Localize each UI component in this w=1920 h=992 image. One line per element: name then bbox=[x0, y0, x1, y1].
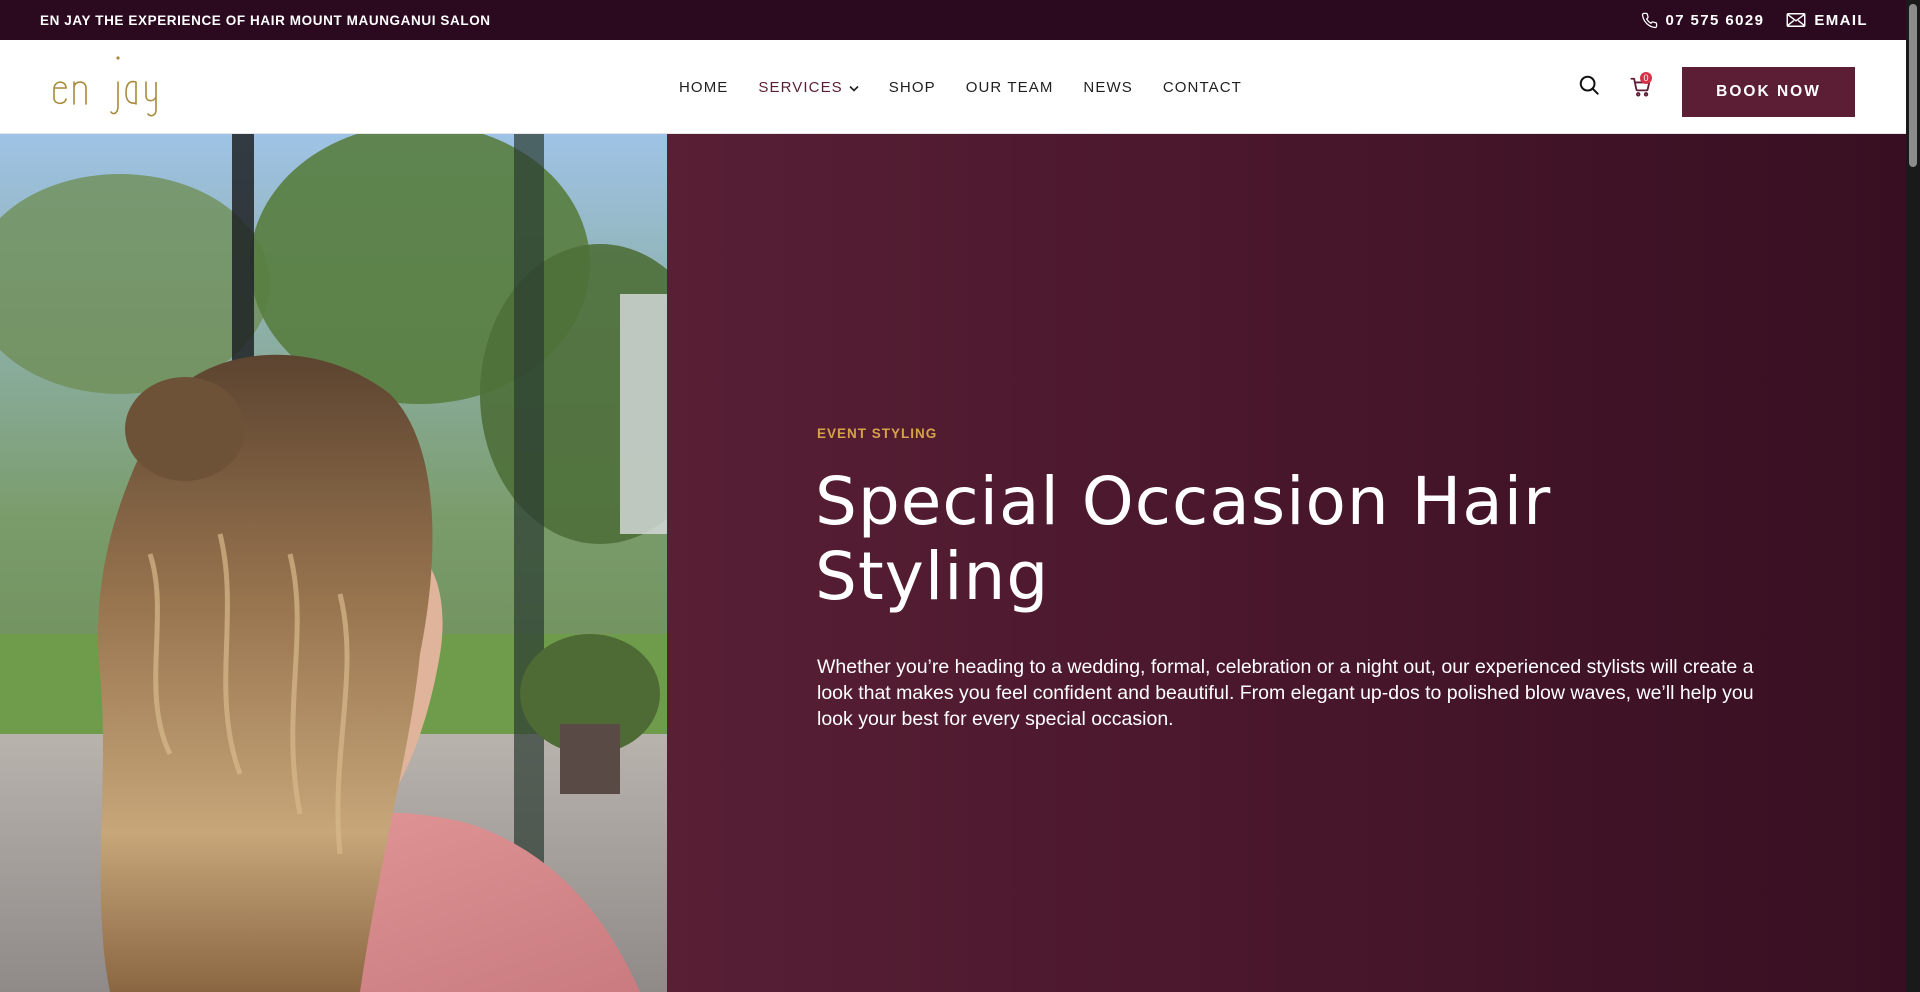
site-logo[interactable] bbox=[50, 52, 175, 118]
main-nav: HOME SERVICES SHOP OUR TEAM NEWS CONTACT bbox=[679, 40, 1242, 134]
email-label: EMAIL bbox=[1814, 11, 1868, 29]
nav-home[interactable]: HOME bbox=[679, 79, 728, 96]
hero-title-line-1: Special Occasion Hair bbox=[815, 463, 1552, 540]
phone-link[interactable]: 07 575 6029 bbox=[1641, 12, 1765, 29]
page-scrollbar[interactable] bbox=[1906, 0, 1920, 992]
nav-shop[interactable]: SHOP bbox=[889, 79, 936, 96]
email-link[interactable]: EMAIL bbox=[1786, 12, 1868, 29]
cart-button[interactable]: 0 bbox=[1630, 72, 1652, 98]
top-contacts: 07 575 6029 EMAIL bbox=[1641, 12, 1869, 29]
search-icon[interactable] bbox=[1578, 74, 1600, 101]
book-now-button[interactable]: BOOK NOW bbox=[1682, 67, 1855, 117]
scrollbar-thumb[interactable] bbox=[1909, 4, 1917, 167]
nav-services-label: SERVICES bbox=[758, 78, 843, 96]
envelope-icon bbox=[1786, 12, 1806, 28]
cart-count-badge: 0 bbox=[1640, 72, 1652, 84]
nav-contact[interactable]: CONTACT bbox=[1163, 79, 1242, 96]
hero-eyebrow: EVENT STYLING bbox=[817, 426, 938, 441]
nav-services[interactable]: SERVICES bbox=[758, 78, 859, 96]
hero-image bbox=[0, 134, 667, 992]
nav-news[interactable]: NEWS bbox=[1083, 79, 1132, 96]
hero-title: Special Occasion Hair Styling bbox=[815, 464, 1675, 614]
phone-number: 07 575 6029 bbox=[1665, 11, 1765, 29]
chevron-down-icon bbox=[849, 79, 859, 96]
top-bar: EN JAY THE EXPERIENCE OF HAIR MOUNT MAUN… bbox=[0, 0, 1906, 40]
header-actions: 0 bbox=[1578, 40, 1652, 134]
salon-tagline: EN JAY THE EXPERIENCE OF HAIR MOUNT MAUN… bbox=[40, 12, 491, 28]
cart-icon bbox=[1630, 77, 1652, 102]
hero-title-line-2: Styling bbox=[815, 538, 1050, 615]
nav-our-team[interactable]: OUR TEAM bbox=[966, 79, 1054, 96]
site-header: HOME SERVICES SHOP OUR TEAM NEWS CONTACT bbox=[0, 40, 1906, 134]
hero-section: EVENT STYLING Special Occasion Hair Styl… bbox=[667, 134, 1906, 992]
hero-description: Whether you’re heading to a wedding, for… bbox=[817, 656, 1754, 730]
phone-icon bbox=[1641, 12, 1658, 29]
